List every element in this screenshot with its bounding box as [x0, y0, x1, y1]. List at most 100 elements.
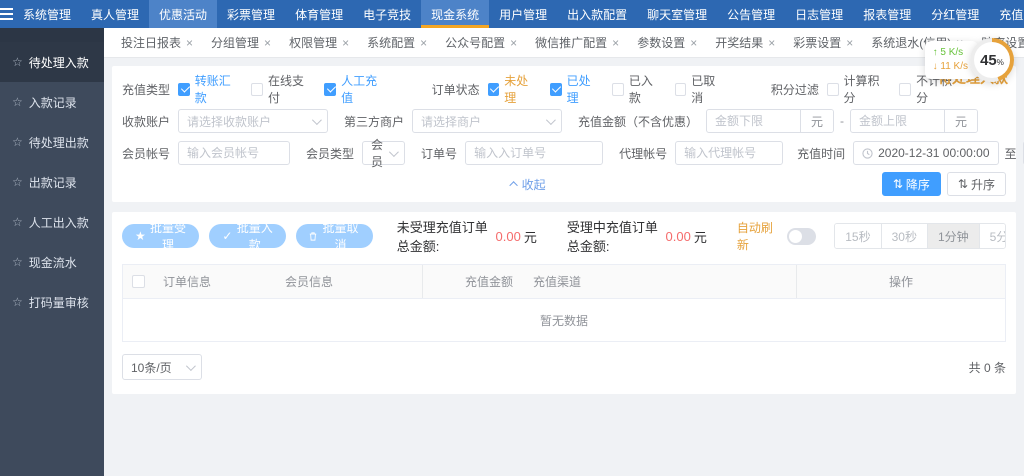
sort-asc-button[interactable]: ⇅升序 — [947, 172, 1006, 196]
tab[interactable]: 投注日报表 — [112, 34, 202, 51]
start-date-input[interactable]: 2020-12-31 00:00:00 — [853, 141, 998, 165]
amount-range-separator: - — [840, 114, 844, 128]
top-nav-item[interactable]: 现金系统 — [421, 0, 489, 28]
top-nav-item[interactable]: 电子竞技 — [353, 0, 421, 28]
top-nav-item[interactable]: 真人管理 — [81, 0, 149, 28]
network-monitor-widget[interactable]: ↑ 5 K/s ↓ 11 K/s 45 % — [925, 38, 1014, 82]
chevron-up-icon — [509, 181, 517, 189]
star-icon: ★ — [135, 229, 146, 243]
auto-refresh-label: 自动刷新 — [737, 219, 779, 253]
interval-button[interactable]: 15秒 — [835, 224, 881, 248]
points-filter-label: 积分过滤 — [771, 81, 819, 98]
top-nav-item[interactable]: 分红管理 — [921, 0, 989, 28]
filter-row-checkboxes: 充值类型 转账汇款在线支付人工充值 订单状态 未处理已处理已入款已取消 积分过滤… — [122, 76, 1006, 102]
agent-account-input[interactable] — [675, 141, 783, 165]
sidebar-item-label: 出款记录 — [29, 174, 77, 191]
tab-close-icon[interactable] — [768, 36, 775, 50]
sidebar: ☆ 待处理入款 ☆ 入款记录 ☆ 待处理出款 ☆ 出款记录 ☆ 人工出入款 ☆ … — [0, 28, 104, 476]
checkbox-option[interactable]: 在线支付 — [251, 72, 310, 106]
member-type-select[interactable]: 会员 — [362, 141, 405, 165]
star-icon: ☆ — [12, 295, 23, 309]
recharge-link[interactable]: 充值 — [989, 6, 1024, 23]
sidebar-item[interactable]: ☆ 人工出入款 — [0, 202, 104, 242]
order-no-label: 订单号 — [421, 145, 457, 162]
tab[interactable]: 分组管理 — [202, 34, 280, 51]
tab-close-icon[interactable] — [612, 36, 619, 50]
select-all-checkbox[interactable] — [132, 275, 145, 288]
column-channel: 充值渠道 — [523, 265, 797, 298]
top-nav-item[interactable]: 日志管理 — [785, 0, 853, 28]
tab[interactable]: 系统配置 — [358, 34, 436, 51]
receive-account-label: 收款账户 — [122, 113, 170, 130]
checkbox-option[interactable]: 已取消 — [675, 72, 723, 106]
sidebar-item-label: 入款记录 — [29, 94, 77, 111]
tab[interactable]: 彩票设置 — [784, 34, 862, 51]
top-nav-item[interactable]: 优惠活动 — [149, 0, 217, 28]
receive-account-select[interactable]: 请选择收款账户 — [178, 109, 328, 133]
page-size-select[interactable]: 10条/页 — [122, 354, 202, 380]
checkbox-icon — [827, 83, 839, 96]
sidebar-item[interactable]: ☆ 待处理入款 — [0, 42, 104, 82]
checkbox-option[interactable]: 已处理 — [550, 72, 598, 106]
tab-close-icon[interactable] — [690, 36, 697, 50]
top-nav-item[interactable]: 公告管理 — [717, 0, 785, 28]
star-icon: ☆ — [12, 95, 23, 109]
date-to-label: 至 — [1005, 145, 1017, 162]
checkbox-icon — [178, 83, 190, 96]
filter-row-member: 会员帐号 会员类型 会员 订单号 代理帐号 充值时间 2020-12-31 00… — [122, 140, 1006, 166]
amount-max-input[interactable] — [851, 110, 944, 132]
sort-desc-button[interactable]: ⇅降序 — [882, 172, 941, 196]
sidebar-item[interactable]: ☆ 入款记录 — [0, 82, 104, 122]
sidebar-item-label: 待处理出款 — [29, 134, 89, 151]
chevron-down-icon — [546, 115, 556, 125]
top-nav-item[interactable]: 系统管理 — [13, 0, 81, 28]
sidebar-item[interactable]: ☆ 待处理出款 — [0, 122, 104, 162]
sidebar-item[interactable]: ☆ 出款记录 — [0, 162, 104, 202]
batch-accept-button[interactable]: ★ 批量受理 — [122, 224, 199, 248]
tab[interactable]: 微信推广配置 — [526, 34, 628, 51]
tab[interactable]: 公众号配置 — [436, 34, 526, 51]
check-icon: ✓ — [222, 229, 232, 243]
checkbox-icon — [488, 83, 500, 96]
hamburger-menu-icon[interactable] — [0, 0, 13, 28]
tab-close-icon[interactable] — [510, 36, 517, 50]
tab[interactable]: 参数设置 — [628, 34, 706, 51]
interval-button[interactable]: 1分钟 — [928, 224, 980, 248]
batch-cancel-button[interactable]: 批量取消 — [296, 224, 373, 248]
amount-min-input[interactable] — [707, 110, 800, 132]
collapse-filters-link[interactable]: 收起 — [512, 176, 546, 193]
interval-button[interactable]: 5分钟 — [980, 224, 1006, 248]
tab-close-icon[interactable] — [264, 36, 271, 50]
top-nav-item[interactable]: 用户管理 — [489, 0, 557, 28]
tab-close-icon[interactable] — [846, 36, 853, 50]
sidebar-item[interactable]: ☆ 现金流水 — [0, 242, 104, 282]
member-account-input[interactable] — [178, 141, 290, 165]
tab[interactable]: 开奖结果 — [706, 34, 784, 51]
third-party-select[interactable]: 请选择商户 — [412, 109, 562, 133]
checkbox-option[interactable]: 已入款 — [612, 72, 660, 106]
select-all-cell — [123, 275, 153, 288]
top-nav-item[interactable]: 出入款配置 — [557, 0, 637, 28]
top-nav-item[interactable]: 彩票管理 — [217, 0, 285, 28]
tab-close-icon[interactable] — [420, 36, 427, 50]
auto-refresh-toggle[interactable] — [787, 228, 817, 245]
tab[interactable]: 权限管理 — [280, 34, 358, 51]
third-party-label: 第三方商户 — [344, 113, 404, 130]
checkbox-option[interactable]: 计算积分 — [827, 72, 886, 106]
top-nav-item[interactable]: 体育管理 — [285, 0, 353, 28]
amount-label: 充值金额（不含优惠） — [578, 113, 698, 130]
tab-close-icon[interactable] — [342, 36, 349, 50]
checkbox-option[interactable]: 未处理 — [488, 72, 536, 106]
order-no-input[interactable] — [465, 141, 603, 165]
checkbox-option[interactable]: 人工充值 — [324, 72, 383, 106]
interval-button[interactable]: 30秒 — [882, 224, 928, 248]
empty-table-message: 暂无数据 — [123, 299, 1005, 341]
tab-close-icon[interactable] — [186, 36, 193, 50]
batch-deposit-button[interactable]: ✓ 批量入款 — [209, 224, 286, 248]
amount-min-group: 元 — [706, 109, 834, 133]
checkbox-option[interactable]: 转账汇款 — [178, 72, 237, 106]
sidebar-item-label: 现金流水 — [29, 254, 77, 271]
sidebar-item[interactable]: ☆ 打码量审核 — [0, 282, 104, 322]
top-nav-item[interactable]: 聊天室管理 — [637, 0, 717, 28]
top-nav-item[interactable]: 报表管理 — [853, 0, 921, 28]
